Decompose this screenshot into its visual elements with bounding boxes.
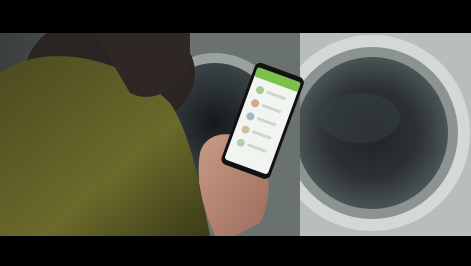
letterbox-bottom: [0, 236, 471, 266]
scene-illustration: [0, 33, 471, 236]
washing-machine-right: [274, 33, 471, 236]
video-frame: [0, 0, 471, 266]
letterbox-top: [0, 0, 471, 33]
laundromat-scene: [0, 33, 471, 236]
